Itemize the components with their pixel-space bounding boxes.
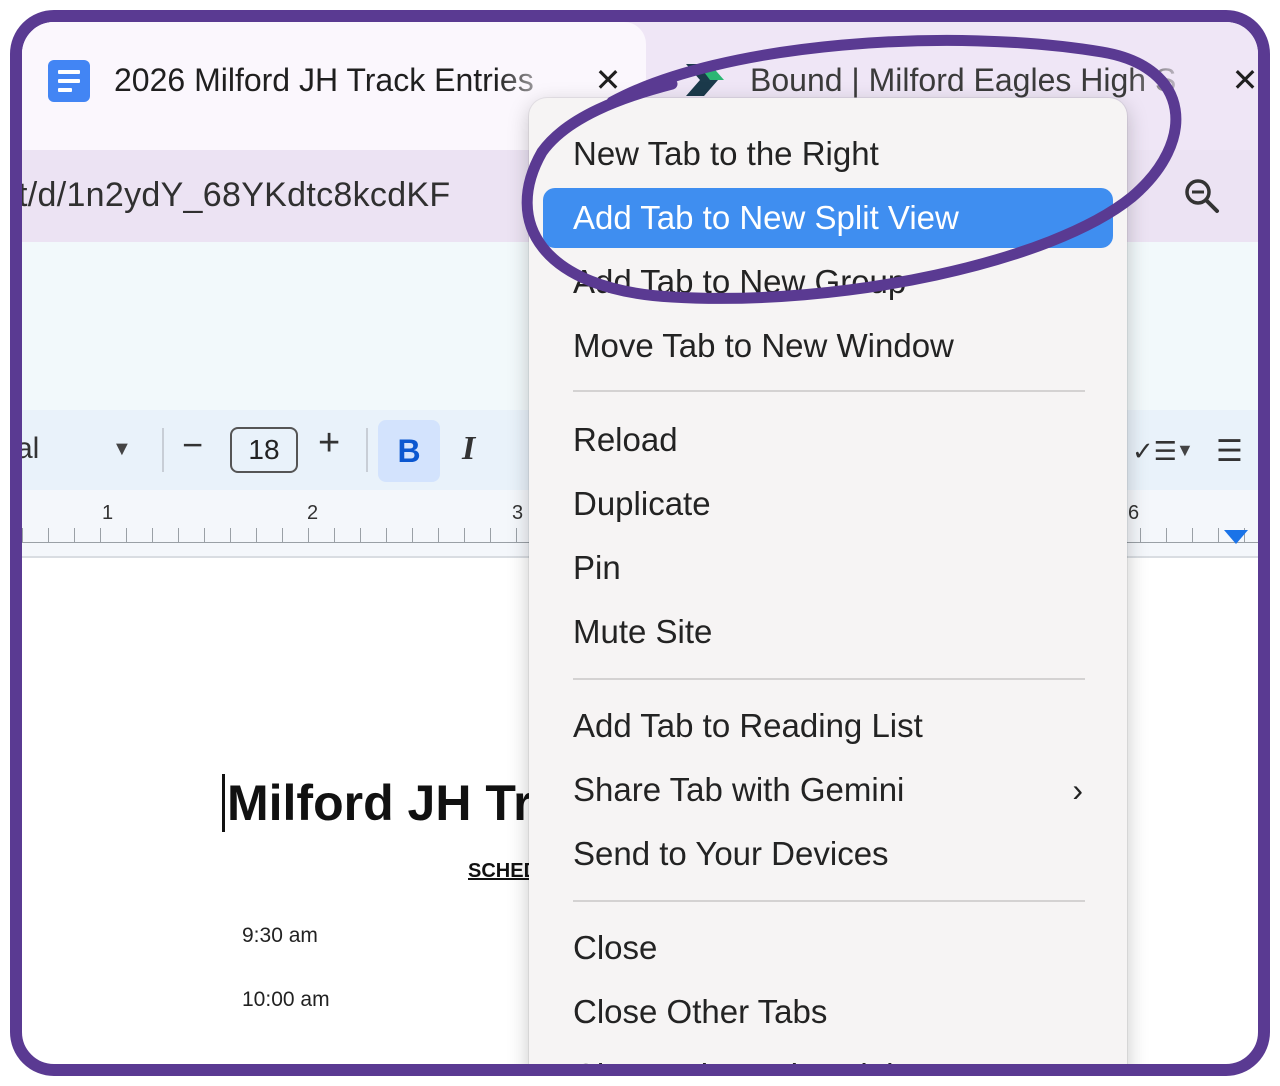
tab-title: Bound | Milford Eagles High S bbox=[750, 62, 1177, 98]
menu-item-add-reading-list[interactable]: Add Tab to Reading List bbox=[543, 696, 1113, 756]
menu-item-close-tabs-right[interactable]: Close Tabs to the Right bbox=[543, 1046, 1113, 1064]
schedule-heading: SCHED bbox=[468, 860, 539, 882]
caret-down-icon[interactable]: ▼ bbox=[112, 438, 132, 461]
decrease-font-size-button[interactable]: − bbox=[182, 424, 203, 466]
screenshot-frame: 2026 Milford JH Track Entries ✕ Bound | … bbox=[10, 10, 1270, 1076]
schedule-time: 9:30 am bbox=[242, 924, 318, 947]
menu-item-add-tab-split-view[interactable]: Add Tab to New Split View bbox=[543, 188, 1113, 248]
zoom-out-icon[interactable] bbox=[1182, 176, 1222, 216]
menu-item-close[interactable]: Close bbox=[543, 918, 1113, 978]
checklist-icon[interactable]: ✓☰ bbox=[1132, 436, 1177, 467]
bold-button[interactable]: B bbox=[378, 420, 440, 482]
ruler-number: 6 bbox=[1128, 502, 1140, 524]
menu-item-duplicate[interactable]: Duplicate bbox=[543, 474, 1113, 534]
menu-item-pin[interactable]: Pin bbox=[543, 538, 1113, 598]
toolbar-divider bbox=[366, 428, 368, 472]
tab-close-icon[interactable]: ✕ bbox=[590, 60, 626, 100]
bulleted-list-icon[interactable]: ☰ bbox=[1216, 434, 1243, 469]
menu-item-send-devices[interactable]: Send to Your Devices bbox=[543, 824, 1113, 884]
menu-item-share-gemini[interactable]: Share Tab with Gemini › bbox=[543, 760, 1113, 820]
schedule-time: 10:00 am bbox=[242, 988, 330, 1011]
increase-font-size-button[interactable]: + bbox=[318, 422, 340, 465]
menu-separator bbox=[573, 900, 1085, 902]
menu-item-close-other-tabs[interactable]: Close Other Tabs bbox=[543, 982, 1113, 1042]
menu-item-label: Share Tab with Gemini bbox=[573, 771, 905, 808]
menu-item-reload[interactable]: Reload bbox=[543, 410, 1113, 470]
document-title[interactable]: Milford JH Tr bbox=[222, 774, 533, 832]
ruler-number: 3 bbox=[512, 502, 524, 524]
ruler-number: 2 bbox=[307, 502, 319, 524]
ruler-number: 1 bbox=[102, 502, 114, 524]
menu-item-mute-site[interactable]: Mute Site bbox=[543, 602, 1113, 662]
tab-close-icon[interactable]: ✕ bbox=[1227, 60, 1258, 100]
font-size-input[interactable]: 18 bbox=[230, 427, 298, 473]
toolbar-divider bbox=[162, 428, 164, 472]
menu-separator bbox=[573, 678, 1085, 680]
chevron-right-icon: › bbox=[1072, 772, 1083, 808]
right-indent-marker[interactable] bbox=[1224, 530, 1248, 544]
italic-button[interactable]: I bbox=[462, 430, 475, 468]
caret-down-icon[interactable]: ▼ bbox=[1176, 440, 1194, 461]
tab-title: 2026 Milford JH Track Entries bbox=[114, 62, 534, 98]
menu-separator bbox=[573, 390, 1085, 392]
caret-down-icon[interactable]: ▼ bbox=[1262, 440, 1270, 461]
chevron-down-icon[interactable]: ▾ bbox=[1258, 182, 1270, 215]
menu-item-new-tab-right[interactable]: New Tab to the Right bbox=[543, 124, 1113, 184]
menu-item-move-tab-new-window[interactable]: Move Tab to New Window bbox=[543, 316, 1113, 376]
tab-context-menu: New Tab to the Right Add Tab to New Spli… bbox=[529, 98, 1127, 1064]
font-name-select[interactable]: al bbox=[22, 432, 39, 466]
url-text[interactable]: t/d/1n2ydY_68YKdtc8kcdKF bbox=[22, 176, 450, 215]
bound-logo-icon bbox=[686, 64, 724, 96]
menu-item-add-tab-new-group[interactable]: Add Tab to New Group bbox=[543, 252, 1113, 312]
google-docs-icon bbox=[48, 60, 90, 102]
